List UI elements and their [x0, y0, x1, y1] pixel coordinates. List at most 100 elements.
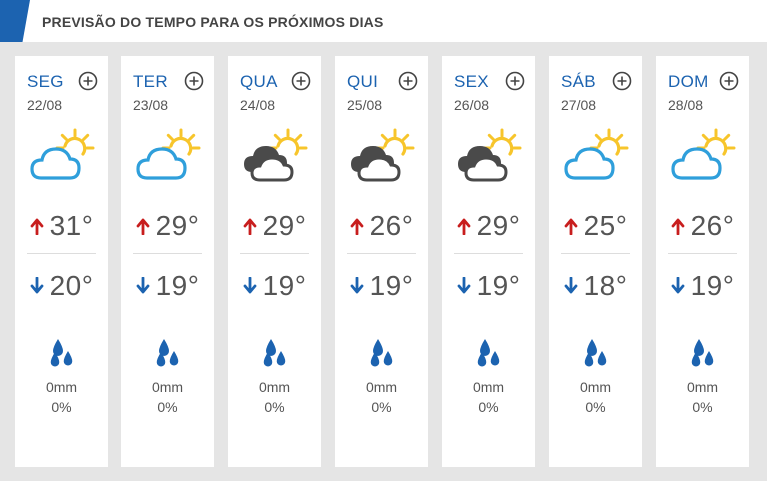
rain-probability: 0%	[51, 399, 72, 415]
arrow-up-icon	[350, 217, 364, 236]
temp-low-value: 19°	[476, 270, 521, 301]
divider	[454, 253, 523, 254]
rain-probability: 0%	[692, 399, 713, 415]
day-date: 22/08	[27, 97, 63, 113]
rain-drops-icon	[262, 338, 288, 368]
header: PREVISÃO DO TEMPO PARA OS PRÓXIMOS DIAS	[0, 0, 767, 42]
temp-low: 20°	[15, 266, 108, 306]
arrow-down-icon	[671, 276, 685, 295]
rain-probability: 0%	[264, 399, 285, 415]
sun-cloud-dark-icon	[242, 128, 308, 184]
temp-high-value: 29°	[155, 210, 200, 241]
rain-probability: 0%	[157, 399, 178, 415]
day-date: 27/08	[561, 97, 597, 113]
expand-plus-icon[interactable]	[184, 71, 204, 91]
rain-amount: 0mm	[579, 379, 612, 395]
expand-plus-icon[interactable]	[398, 71, 418, 91]
temp-low: 19°	[656, 266, 749, 306]
rain-amount: 0mm	[686, 379, 719, 395]
rain-drops-icon	[369, 338, 395, 368]
day-card: SEG 22/08 31° 20° 0mm 0%	[15, 56, 108, 467]
expand-plus-icon[interactable]	[291, 71, 311, 91]
temp-low: 19°	[335, 266, 428, 306]
rain-drops-icon	[49, 338, 75, 368]
day-name: SÁB	[561, 72, 596, 91]
day-date: 23/08	[133, 97, 169, 113]
temp-high: 31°	[15, 206, 108, 246]
expand-plus-icon[interactable]	[78, 71, 98, 91]
divider	[133, 253, 202, 254]
temp-high-value: 29°	[262, 210, 307, 241]
arrow-up-icon	[564, 217, 578, 236]
temp-high: 26°	[656, 206, 749, 246]
day-name: SEG	[27, 72, 64, 91]
temp-high: 29°	[121, 206, 214, 246]
temp-high-value: 26°	[369, 210, 414, 241]
expand-plus-icon[interactable]	[505, 71, 525, 91]
sun-cloud-light-icon	[670, 128, 736, 184]
rain-probability: 0%	[585, 399, 606, 415]
day-card: DOM 28/08 26° 19° 0mm 0%	[656, 56, 749, 467]
temp-high: 26°	[335, 206, 428, 246]
day-name: SEX	[454, 72, 489, 91]
temp-low-value: 19°	[690, 270, 735, 301]
day-name: TER	[133, 72, 168, 91]
temp-low-value: 19°	[155, 270, 200, 301]
day-date: 25/08	[347, 97, 383, 113]
divider	[240, 253, 309, 254]
expand-plus-icon[interactable]	[719, 71, 739, 91]
divider	[561, 253, 630, 254]
rain-amount: 0mm	[45, 379, 78, 395]
temp-low-value: 20°	[49, 270, 94, 301]
day-date: 24/08	[240, 97, 276, 113]
arrow-down-icon	[350, 276, 364, 295]
sun-cloud-light-icon	[563, 128, 629, 184]
rain-amount: 0mm	[151, 379, 184, 395]
day-name: QUI	[347, 72, 379, 91]
divider	[347, 253, 416, 254]
rain-amount: 0mm	[365, 379, 398, 395]
rain-amount: 0mm	[472, 379, 505, 395]
sun-cloud-light-icon	[135, 128, 201, 184]
temp-high-value: 29°	[476, 210, 521, 241]
arrow-up-icon	[671, 217, 685, 236]
day-name: DOM	[668, 72, 709, 91]
arrow-up-icon	[136, 217, 150, 236]
temp-high: 29°	[228, 206, 321, 246]
temp-high: 25°	[549, 206, 642, 246]
rain-probability: 0%	[371, 399, 392, 415]
sun-cloud-dark-icon	[456, 128, 522, 184]
temp-high: 29°	[442, 206, 535, 246]
day-date: 28/08	[668, 97, 704, 113]
rain-amount: 0mm	[258, 379, 291, 395]
temp-high-value: 31°	[49, 210, 94, 241]
day-card: SEX 26/08 29° 19° 0mm 0%	[442, 56, 535, 467]
sun-cloud-dark-icon	[349, 128, 415, 184]
temp-low-value: 19°	[369, 270, 414, 301]
rain-probability: 0%	[478, 399, 499, 415]
day-name: QUA	[240, 72, 278, 91]
page-title: PREVISÃO DO TEMPO PARA OS PRÓXIMOS DIAS	[42, 14, 384, 30]
day-card: QUA 24/08 29° 19° 0mm 0%	[228, 56, 321, 467]
header-accent-tab	[0, 0, 30, 42]
rain-drops-icon	[155, 338, 181, 368]
divider	[27, 253, 96, 254]
temp-high-value: 25°	[583, 210, 628, 241]
arrow-up-icon	[243, 217, 257, 236]
sun-cloud-light-icon	[29, 128, 95, 184]
expand-plus-icon[interactable]	[612, 71, 632, 91]
arrow-down-icon	[564, 276, 578, 295]
temp-low: 19°	[228, 266, 321, 306]
day-card: QUI 25/08 26° 19° 0mm 0%	[335, 56, 428, 467]
temp-low: 18°	[549, 266, 642, 306]
rain-drops-icon	[690, 338, 716, 368]
arrow-down-icon	[136, 276, 150, 295]
temp-low-value: 18°	[583, 270, 628, 301]
temp-low-value: 19°	[262, 270, 307, 301]
arrow-down-icon	[30, 276, 44, 295]
day-card: SÁB 27/08 25° 18° 0mm 0%	[549, 56, 642, 467]
temp-low: 19°	[442, 266, 535, 306]
arrow-down-icon	[243, 276, 257, 295]
temp-low: 19°	[121, 266, 214, 306]
rain-drops-icon	[583, 338, 609, 368]
